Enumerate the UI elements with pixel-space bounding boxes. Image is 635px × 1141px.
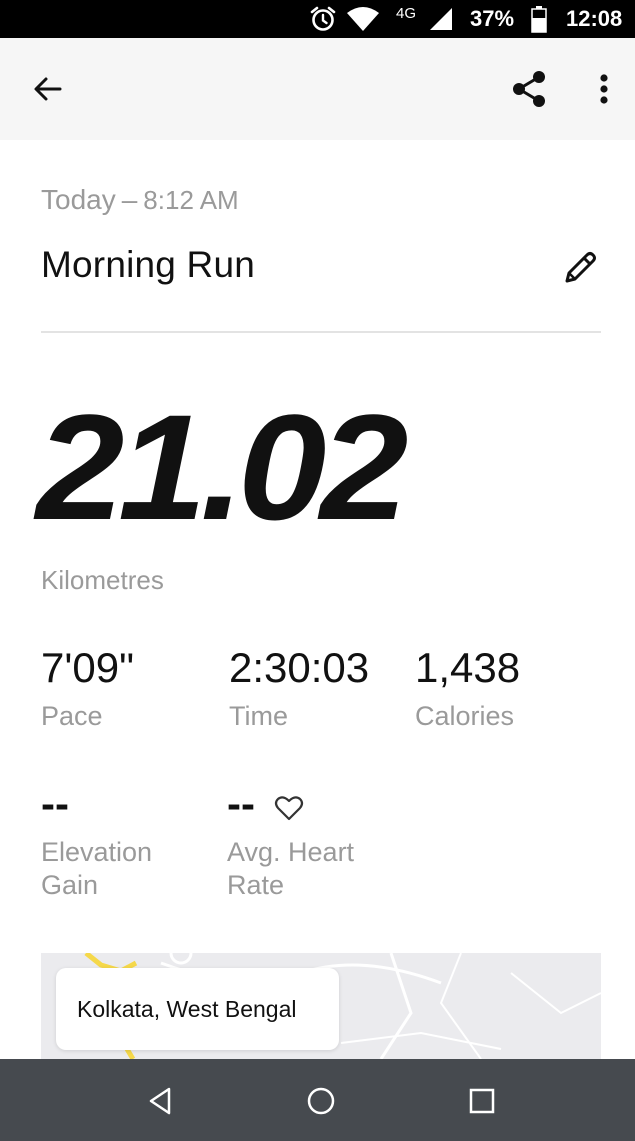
date-separator: – — [121, 184, 138, 215]
back-button[interactable] — [24, 65, 72, 113]
back-arrow-icon — [34, 77, 62, 101]
elevation-gain-value: -- — [41, 780, 69, 827]
activity-date: Today –8:12 AM — [41, 184, 239, 216]
nav-recents-icon — [469, 1088, 495, 1114]
heart-outline-icon — [274, 794, 304, 822]
pencil-icon — [565, 252, 596, 283]
signal-icon — [428, 0, 454, 38]
alarm-icon — [309, 0, 337, 38]
nav-home-button[interactable] — [301, 1081, 341, 1121]
header-divider — [41, 331, 601, 333]
activity-time: 8:12 AM — [143, 185, 239, 215]
activity-day: Today — [41, 184, 116, 215]
avg-heart-rate-label: Avg. Heart Rate — [227, 837, 355, 900]
more-vert-icon — [600, 74, 608, 104]
elevation-gain-label: Elevation Gain — [41, 837, 153, 900]
status-bar: 4G 37% 12:08 — [0, 0, 635, 38]
calories-label: Calories — [415, 701, 515, 731]
network-type: 4G — [396, 4, 417, 22]
time-value: 2:30:03 — [229, 644, 370, 691]
more-options-button[interactable] — [580, 65, 628, 113]
distance-unit: Kilometres — [41, 565, 164, 595]
activity-title: Morning Run — [41, 244, 256, 285]
share-icon — [513, 71, 545, 107]
battery-percent: 37% — [470, 6, 515, 31]
location-card[interactable]: Kolkata, West Bengal — [56, 968, 339, 1050]
share-button[interactable] — [505, 65, 553, 113]
edit-title-button[interactable] — [554, 242, 606, 294]
clock: 12:08 — [566, 6, 623, 31]
system-nav-bar — [0, 1059, 635, 1141]
time-label: Time — [229, 701, 288, 731]
distance-value: 21.02 — [36, 383, 408, 551]
avg-heart-rate-value: -- — [227, 780, 255, 827]
location-label: Kolkata, West Bengal — [77, 995, 297, 1022]
nav-back-icon — [149, 1087, 171, 1115]
battery-icon — [531, 0, 547, 38]
wifi-icon — [346, 0, 380, 38]
nav-recents-button[interactable] — [462, 1081, 502, 1121]
nav-back-button[interactable] — [140, 1081, 180, 1121]
app-bar — [0, 38, 635, 140]
pace-label: Pace — [41, 701, 103, 731]
nav-home-icon — [307, 1087, 335, 1115]
calories-value: 1,438 — [415, 644, 521, 691]
pace-value: 7'09" — [41, 644, 135, 691]
